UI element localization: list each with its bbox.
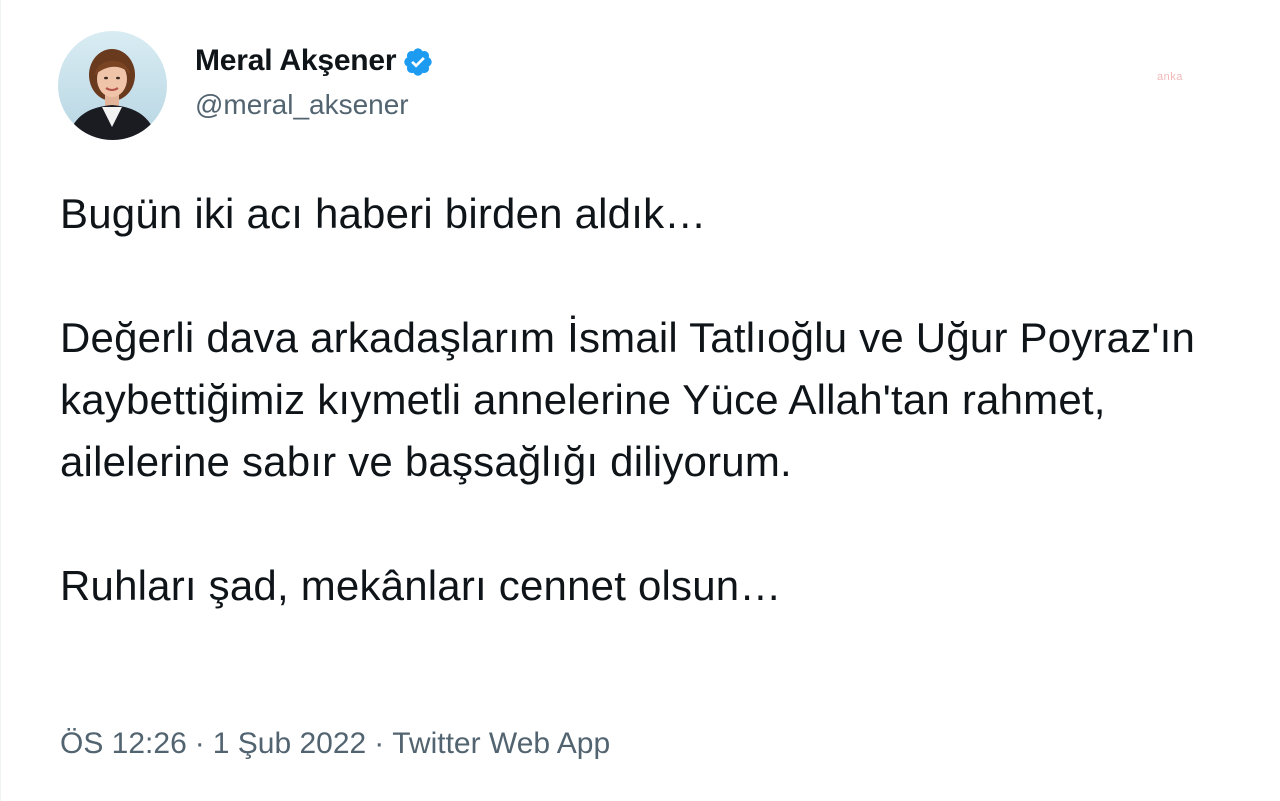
- author-display-name[interactable]: Meral Akşener: [195, 44, 397, 78]
- tweet-date-link[interactable]: 1 Şub 2022: [213, 727, 366, 761]
- author-handle[interactable]: @meral_aksener: [195, 89, 434, 121]
- tweet-card: Meral Akşener @meral_aksener anka Bugün …: [0, 0, 1280, 801]
- verified-badge-icon: [404, 48, 433, 76]
- author-identity: Meral Akşener @meral_aksener: [195, 41, 434, 121]
- tweet-header: Meral Akşener @meral_aksener: [58, 31, 434, 140]
- tweet-paragraph: Değerli dava arkadaşlarım İsmail Tatlıoğ…: [60, 314, 1196, 485]
- avatar-portrait-icon: [58, 31, 167, 140]
- tweet-text: Bugün iki acı haberi birden aldık… Değer…: [60, 183, 1240, 617]
- tweet-meta: ÖS 12:26 · 1 Şub 2022 · Twitter Web App: [60, 727, 610, 761]
- tweet-time-link[interactable]: ÖS 12:26: [60, 727, 187, 761]
- avatar[interactable]: [58, 31, 167, 140]
- watermark-logo: anka: [1157, 71, 1183, 83]
- tweet-paragraph: Ruhları şad, mekânları cennet olsun…: [60, 562, 782, 609]
- meta-separator: ·: [374, 727, 385, 760]
- tweet-paragraph: Bugün iki acı haberi birden aldık…: [60, 190, 707, 237]
- tweet-source-link[interactable]: Twitter Web App: [392, 727, 610, 761]
- meta-separator: ·: [194, 727, 205, 760]
- author-name-row: Meral Akşener: [195, 41, 434, 81]
